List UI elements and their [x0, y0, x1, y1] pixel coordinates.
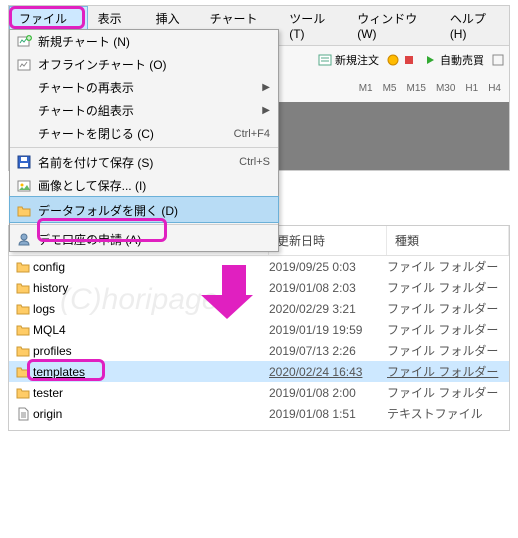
menu-item-label: 名前を付けて保存 (S) — [38, 154, 239, 171]
folder-icon — [13, 280, 33, 296]
file-type: ファイル フォルダー — [387, 363, 498, 380]
timeframe-H4[interactable]: H4 — [484, 81, 505, 96]
menu-item-label: デモ口座の申請 (A) — [38, 231, 270, 248]
menu-item-4[interactable]: チャートを閉じる (C) Ctrl+F4 — [10, 122, 278, 145]
submenu-arrow-icon: ▶ — [262, 105, 270, 116]
menu-item-2[interactable]: チャートの再表示 ▶ — [10, 76, 278, 99]
file-date: 2020/02/29 3:21 — [269, 302, 387, 316]
timeframe-M5[interactable]: M5 — [379, 81, 401, 96]
menu-item-label: オフラインチャート (O) — [38, 56, 270, 73]
save-icon — [10, 154, 38, 170]
file-name: tester — [33, 386, 269, 400]
file-date: 2020/02/24 16:43 — [269, 365, 387, 379]
timeframe-M1[interactable]: M1 — [355, 81, 377, 96]
explorer-panel: 名前▴ 更新日時 種類 config 2019/09/25 0:03 ファイル … — [8, 225, 510, 431]
file-type: ファイル フォルダー — [387, 258, 498, 275]
col-date[interactable]: 更新日時 — [269, 226, 387, 255]
timeframe-M30[interactable]: M30 — [432, 81, 459, 96]
col-type[interactable]: 種類 — [387, 226, 509, 255]
folder-icon — [13, 301, 33, 317]
explorer-row[interactable]: profiles 2019/07/13 2:26 ファイル フォルダー — [9, 340, 509, 361]
explorer-row[interactable]: config 2019/09/25 0:03 ファイル フォルダー — [9, 256, 509, 277]
menu-item-label: データフォルダを開く (D) — [38, 202, 270, 219]
new-chart-icon — [10, 34, 38, 50]
file-name: MQL4 — [33, 323, 269, 337]
menu-item-shortcut: Ctrl+F4 — [234, 128, 270, 140]
menu-item-5[interactable]: 名前を付けて保存 (S) Ctrl+S — [10, 147, 278, 174]
folder-icon — [13, 259, 33, 275]
file-name: profiles — [33, 344, 269, 358]
submenu-arrow-icon: ▶ — [262, 82, 270, 93]
explorer-row[interactable]: tester 2019/01/08 2:00 ファイル フォルダー — [9, 382, 509, 403]
folder-icon — [10, 203, 38, 219]
file-type: ファイル フォルダー — [387, 279, 498, 296]
file-date: 2019/09/25 0:03 — [269, 260, 387, 274]
menu-item-label: チャートの組表示 — [38, 102, 262, 119]
menu-help[interactable]: ヘルプ (H) — [440, 6, 509, 45]
auto-trade-button[interactable]: 自動売買 — [418, 49, 489, 71]
folder-icon — [13, 385, 33, 401]
menu-item-1[interactable]: オフラインチャート (O) — [10, 53, 278, 76]
file-type: ファイル フォルダー — [387, 321, 498, 338]
explorer-row[interactable]: MQL4 2019/01/19 19:59 ファイル フォルダー — [9, 319, 509, 340]
file-type: ファイル フォルダー — [387, 342, 498, 359]
picture-icon — [10, 178, 38, 194]
file-type: ファイル フォルダー — [387, 300, 498, 317]
menu-item-3[interactable]: チャートの組表示 ▶ — [10, 99, 278, 122]
file-date: 2019/01/08 2:00 — [269, 386, 387, 400]
folder-icon — [13, 364, 33, 380]
file-date: 2019/01/08 2:03 — [269, 281, 387, 295]
expert-icon[interactable] — [386, 53, 400, 67]
menu-item-6[interactable]: 画像として保存... (I) — [10, 174, 278, 197]
menu-item-0[interactable]: 新規チャート (N) — [10, 30, 278, 53]
menu-item-label: チャートの再表示 — [38, 79, 262, 96]
file-date: 2019/01/08 1:51 — [269, 407, 387, 421]
file-name: origin — [33, 407, 269, 421]
menu-item-8[interactable]: デモ口座の申請 (A) — [10, 224, 278, 251]
explorer-row[interactable]: logs 2020/02/29 3:21 ファイル フォルダー — [9, 298, 509, 319]
menu-item-label: 新規チャート (N) — [38, 33, 270, 50]
file-type: ファイル フォルダー — [387, 384, 498, 401]
menu-window[interactable]: ウィンドウ (W) — [347, 6, 440, 45]
timeframe-M15[interactable]: M15 — [403, 81, 430, 96]
menu-item-label: 画像として保存... (I) — [38, 177, 270, 194]
menu-tool[interactable]: ツール (T) — [279, 6, 347, 45]
file-type: テキストファイル — [387, 405, 483, 422]
play-icon — [423, 53, 437, 67]
text-icon — [13, 406, 33, 422]
explorer-row[interactable]: history 2019/01/08 2:03 ファイル フォルダー — [9, 277, 509, 298]
explorer-row[interactable]: origin 2019/01/08 1:51 テキストファイル — [9, 403, 509, 424]
menu-item-7[interactable]: データフォルダを開く (D) — [9, 196, 279, 223]
folder-icon — [13, 343, 33, 359]
menu-item-label: チャートを閉じる (C) — [38, 125, 234, 142]
new-order-button[interactable]: 新規注文 — [313, 49, 384, 71]
order-icon — [318, 53, 332, 67]
offline-icon — [10, 57, 38, 73]
timeframe-H1[interactable]: H1 — [461, 81, 482, 96]
folder-icon — [13, 322, 33, 338]
arrow-down-annotation — [215, 265, 253, 319]
explorer-row[interactable]: templates 2020/02/24 16:43 ファイル フォルダー — [9, 361, 509, 382]
file-date: 2019/01/19 19:59 — [269, 323, 387, 337]
file-date: 2019/07/13 2:26 — [269, 344, 387, 358]
file-name: templates — [33, 365, 269, 379]
file-dropdown: 新規チャート (N) オフラインチャート (O) チャートの再表示 ▶ チャート… — [9, 29, 279, 252]
account-icon — [10, 231, 38, 247]
menu-item-shortcut: Ctrl+S — [239, 156, 270, 168]
stop-icon[interactable] — [402, 53, 416, 67]
extra-icon[interactable] — [491, 53, 505, 67]
